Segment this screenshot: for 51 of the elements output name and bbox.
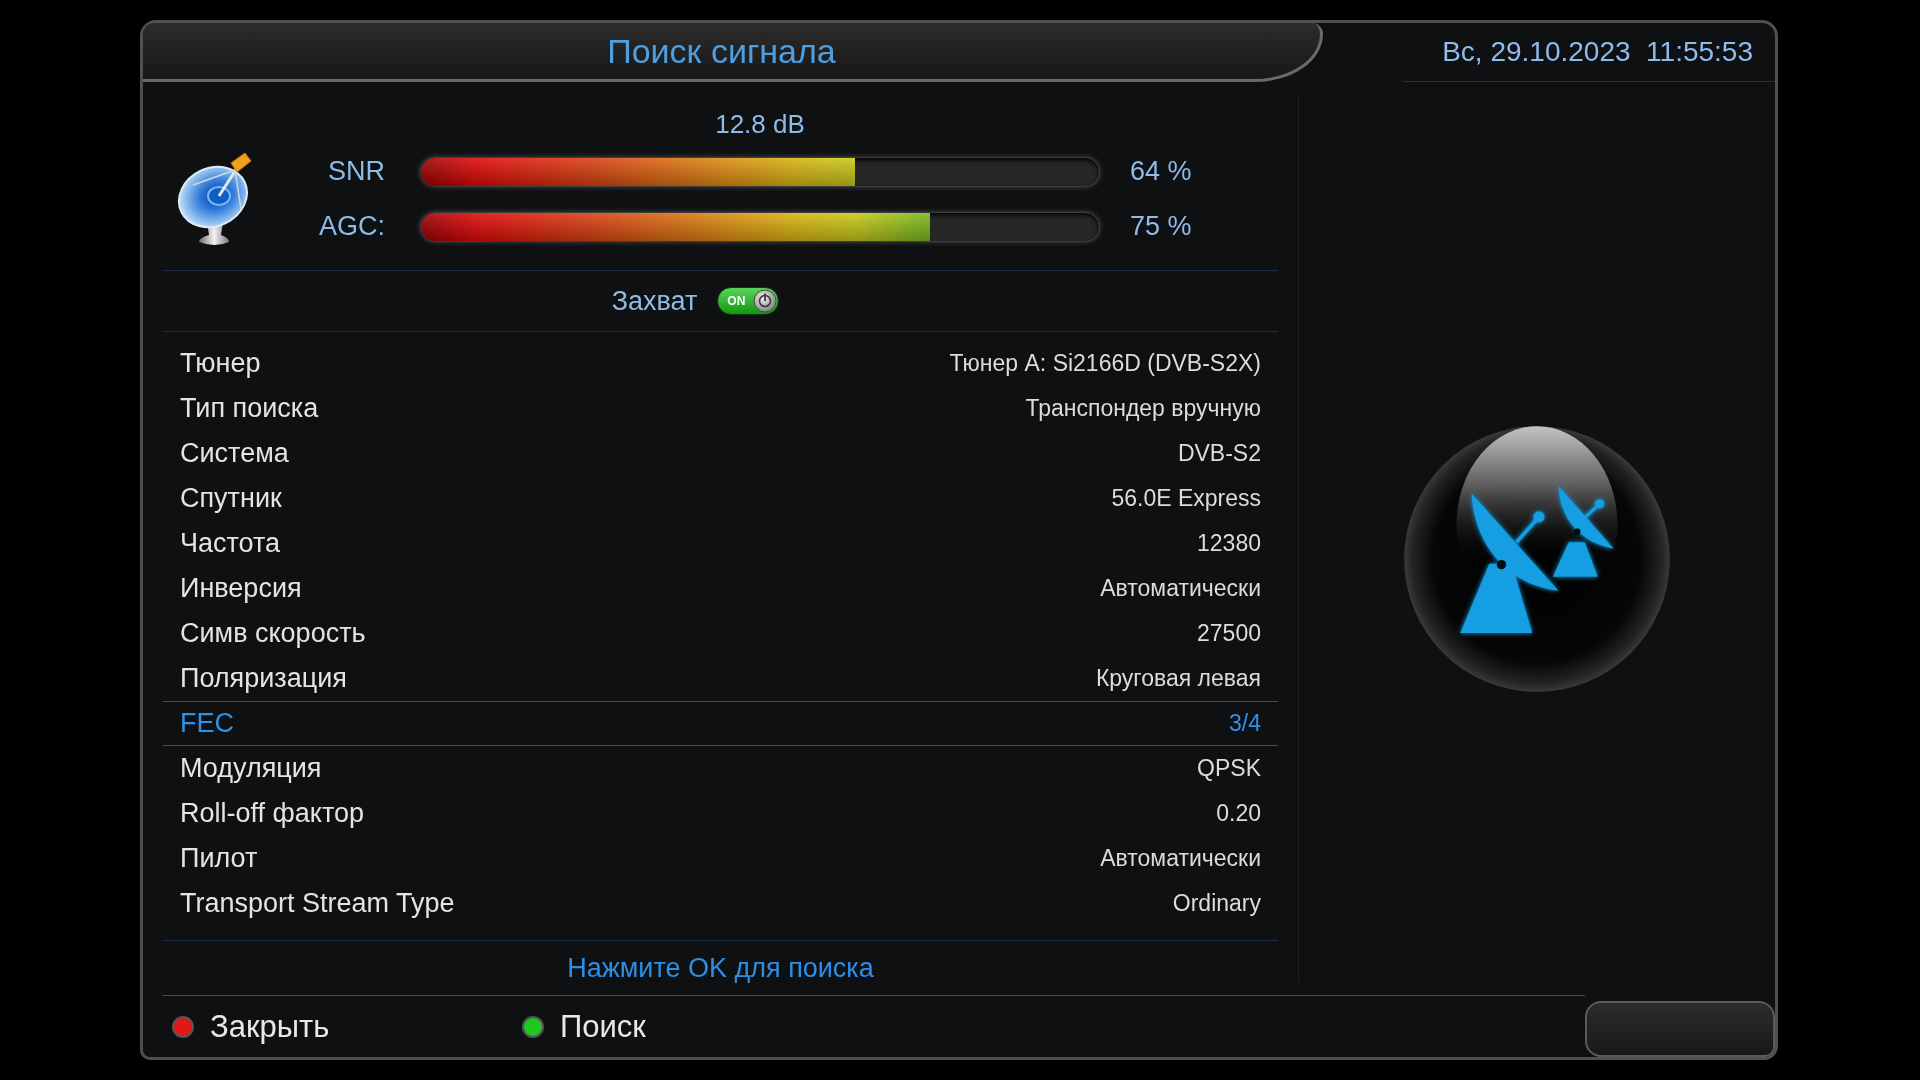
settings-row[interactable]: Пилот Автоматически xyxy=(163,836,1278,881)
setting-value: Автоматически xyxy=(1100,845,1261,872)
settings-row[interactable]: Тип поиска Транспондер вручную xyxy=(163,386,1278,431)
signal-quality-reading: 12.8 dB xyxy=(715,108,805,140)
color-key-button[interactable]: Закрыть xyxy=(172,1008,522,1045)
color-key-button[interactable]: Поиск xyxy=(522,1008,646,1045)
settings-row[interactable]: Модуляция QPSK xyxy=(163,746,1278,791)
setting-label: Пилот xyxy=(180,843,258,874)
knob-icon xyxy=(753,289,778,313)
hint-text: Нажмите OK для поиска xyxy=(567,952,874,984)
setting-value: 56.0E Express xyxy=(1111,485,1261,512)
setting-label: Модуляция xyxy=(180,753,322,784)
setting-label: Частота xyxy=(180,528,281,559)
setting-label: Система xyxy=(180,438,289,469)
setting-value: Круговая левая xyxy=(1095,665,1261,692)
setting-label: Transport Stream Type xyxy=(180,888,455,919)
settings-row[interactable]: Transport Stream Type Ordinary xyxy=(163,881,1278,926)
setting-label: Спутник xyxy=(180,483,282,514)
setting-value: Тюнер A: Si2166D (DVB-S2X) xyxy=(949,350,1261,377)
lock-label: Захват xyxy=(611,285,698,317)
setting-value: Транспондер вручную xyxy=(1025,395,1261,422)
settings-row[interactable]: Симв скорость 27500 xyxy=(163,611,1278,656)
setting-label: Симв скорость xyxy=(180,618,366,649)
settings-row[interactable]: FEC 3/4 xyxy=(163,701,1278,746)
settings-row[interactable]: Тюнер Тюнер A: Si2166D (DVB-S2X) xyxy=(163,341,1278,386)
meter-label: AGC: xyxy=(319,211,385,242)
setting-label: Тип поиска xyxy=(180,393,319,424)
meter-label: SNR xyxy=(328,156,385,187)
date-time: Вс, 29.10.2023 11:55:53 xyxy=(1442,36,1753,68)
setting-value: QPSK xyxy=(1197,755,1261,782)
settings-row[interactable]: Поляризация Круговая левая xyxy=(163,656,1278,701)
setting-label: Поляризация xyxy=(180,663,347,694)
settings-row[interactable]: Инверсия Автоматически xyxy=(163,566,1278,611)
setting-label: Инверсия xyxy=(180,573,302,604)
settings-row[interactable]: Частота 12380 xyxy=(163,521,1278,566)
setting-value: Ordinary xyxy=(1172,890,1261,917)
setting-value: 27500 xyxy=(1197,620,1261,647)
meter-reading: 64 % xyxy=(1130,156,1192,187)
setting-label: Roll-off фактор xyxy=(180,798,364,829)
meter-reading: 75 % xyxy=(1130,211,1192,242)
setting-label: Тюнер xyxy=(180,348,261,379)
setting-value: DVB-S2 xyxy=(1177,440,1261,467)
setting-value: 12380 xyxy=(1197,530,1261,557)
settings-row[interactable]: Система DVB-S2 xyxy=(163,431,1278,476)
setting-label: FEC xyxy=(180,708,234,739)
settings-row[interactable]: Спутник 56.0E Express xyxy=(163,476,1278,521)
setting-value: 3/4 xyxy=(1229,710,1261,737)
settings-row[interactable]: Roll-off фактор 0.20 xyxy=(163,791,1278,836)
setting-value: 0.20 xyxy=(1216,800,1261,827)
setting-value: Автоматически xyxy=(1100,575,1261,602)
screen-title: Поиск сигнала xyxy=(607,31,836,71)
